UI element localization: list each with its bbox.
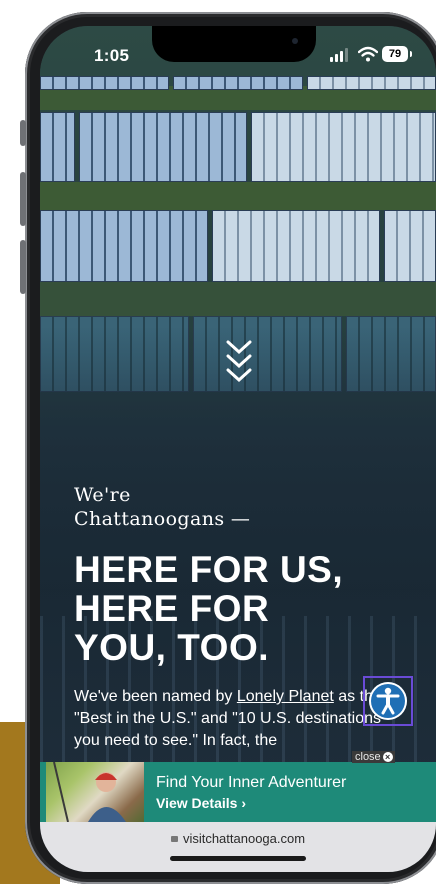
accessibility-icon [369,682,407,720]
device-mockup: We're Chattanoogans — HERE FOR US, HERE … [0,0,436,884]
volume-up-button [20,172,26,226]
battery-tip [410,51,412,57]
solar-panel-row [40,112,436,182]
status-time: 1:05 [94,46,130,65]
mute-switch [20,120,26,146]
solar-panel-row [40,210,436,282]
hero-body-text: We've been named by Lonely Planet as the… [74,686,404,752]
url-text: visitchattanooga.com [182,831,306,846]
close-icon: × [382,752,393,762]
adventurer-photo [46,762,144,822]
chevron-down-icon[interactable] [226,338,252,386]
headline-line: HERE FOR US, [74,549,344,590]
battery-indicator: 79 [382,46,408,62]
headline-line: HERE FOR [74,588,270,629]
hero-section: We're Chattanoogans — HERE FOR US, HERE … [40,26,436,766]
ad-close-button[interactable]: close × [352,751,395,763]
hero-headline: HERE FOR US, HERE FOR YOU, TOO. [74,550,414,667]
signal-icon [330,48,350,62]
home-indicator[interactable] [170,856,306,861]
body-text-prefix: We've been named by [74,688,237,705]
close-label: close [355,751,381,763]
volume-down-button [20,240,26,294]
ad-title: Find Your Inner Adventurer [156,774,347,791]
lock-icon [170,836,178,842]
headline-line: YOU, TOO. [74,627,270,668]
hero-overline: We're Chattanoogans — [74,483,250,531]
wifi-icon [358,46,378,62]
url-display[interactable]: visitchattanooga.com [40,831,436,846]
ad-banner[interactable]: Find Your Inner Adventurer View Details … [40,762,436,822]
accessibility-button[interactable] [363,676,413,726]
lonely-planet-link[interactable]: Lonely Planet [237,688,334,705]
dynamic-island [152,26,316,62]
overline-line: We're [74,484,131,506]
status-bar: 1:05 79 [40,26,436,84]
browser-address-bar[interactable]: visitchattanooga.com [40,822,436,872]
view-details-link[interactable]: View Details › [156,795,246,811]
phone-screen: We're Chattanoogans — HERE FOR US, HERE … [40,26,436,872]
overline-line: Chattanoogans — [74,508,251,530]
